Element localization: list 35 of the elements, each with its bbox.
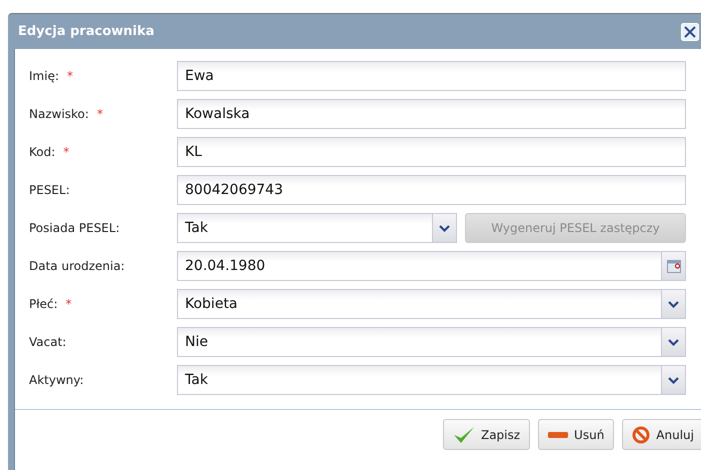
required-mark: *: [67, 69, 73, 83]
field-label: Vacat:: [29, 335, 66, 349]
save-button[interactable]: Zapisz: [442, 419, 530, 450]
date-field[interactable]: 20.04.1980: [177, 251, 686, 281]
required-mark: *: [96, 107, 103, 121]
chevron-down-icon: [668, 300, 679, 308]
field-label: Aktywny:: [29, 373, 84, 387]
input-field[interactable]: 80042069743: [177, 175, 686, 205]
delete-button[interactable]: Usuń: [538, 419, 614, 450]
chevron-down-icon: [439, 224, 450, 232]
input-field[interactable]: Ewa: [177, 61, 686, 91]
field-label: Posiada PESEL:: [29, 221, 120, 235]
dropdown-field[interactable]: Nie: [177, 327, 686, 357]
field-label: Płeć:: [29, 297, 58, 311]
chevron-down-icon: [668, 376, 679, 384]
dropdown-field[interactable]: Tak: [177, 213, 457, 243]
dropdown-field[interactable]: Kobieta: [177, 289, 686, 319]
field-label: PESEL:: [29, 183, 70, 197]
window-title: Edycja pracownika: [18, 24, 154, 39]
checkmark-icon: [452, 426, 475, 444]
field-label: Data urodzenia:: [29, 259, 125, 273]
cancel-button[interactable]: Anuluj: [622, 419, 701, 450]
dropdown-field[interactable]: Tak: [177, 365, 686, 395]
input-field[interactable]: KL: [177, 137, 686, 167]
required-mark: *: [66, 297, 72, 311]
field-label: Imię:: [29, 69, 59, 83]
field-label: Nazwisko:: [29, 107, 89, 121]
chevron-down-icon: [668, 338, 679, 346]
calendar-icon: [666, 260, 680, 272]
close-icon[interactable]: [681, 22, 699, 40]
input-field[interactable]: Kowalska: [177, 99, 686, 129]
required-mark: *: [63, 145, 70, 159]
minus-icon: [548, 432, 568, 438]
prohibited-icon: [632, 426, 650, 444]
field-label: Kod:: [29, 145, 56, 159]
